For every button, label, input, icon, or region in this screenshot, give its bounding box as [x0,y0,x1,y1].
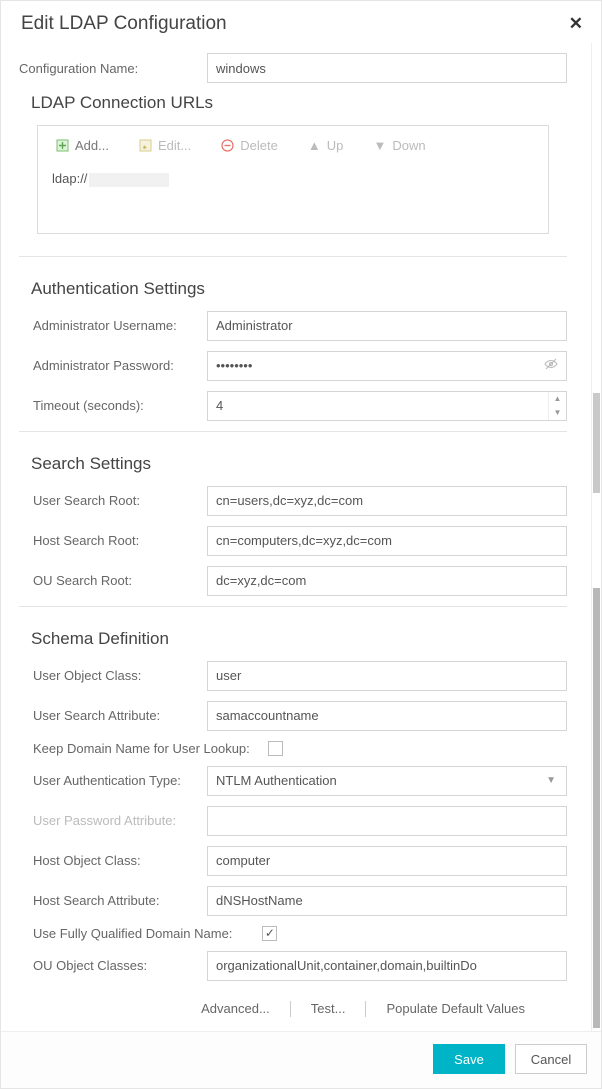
admin-user-input[interactable] [207,311,567,341]
down-button[interactable]: ▼ Down [373,138,425,153]
scrollbar[interactable] [591,43,601,1031]
user-root-label: User Search Root: [19,493,207,508]
user-class-label: User Object Class: [19,668,207,683]
section-schema-title: Schema Definition [31,629,567,649]
host-attr-label: Host Search Attribute: [19,893,207,908]
chevron-down-icon: ▼ [546,775,556,786]
dialog-title: Edit LDAP Configuration [21,13,227,35]
timeout-label: Timeout (seconds): [19,398,207,413]
keep-domain-checkbox[interactable] [268,741,283,756]
add-label: Add... [75,138,109,153]
ou-root-label: OU Search Root: [19,573,207,588]
add-icon [56,139,69,152]
delete-icon [221,139,234,152]
edit-icon [139,139,152,152]
user-attr-input[interactable] [207,701,567,731]
auth-type-value: NTLM Authentication [216,773,337,788]
close-icon[interactable]: ✕ [569,14,583,34]
ou-root-input[interactable] [207,566,567,596]
admin-pass-input[interactable] [207,351,567,381]
pw-attr-input [207,806,567,836]
section-urls-title: LDAP Connection URLs [31,93,567,113]
spin-up-icon[interactable]: ▲ [549,392,566,406]
up-button[interactable]: ▲ Up [308,138,344,153]
admin-pass-label: Administrator Password: [19,358,207,373]
section-auth-title: Authentication Settings [31,279,567,299]
test-link[interactable]: Test... [291,1001,366,1016]
url-text: ldap:// [52,171,87,186]
edit-label: Edit... [158,138,191,153]
save-button[interactable]: Save [433,1044,505,1074]
delete-label: Delete [240,138,278,153]
delete-button[interactable]: Delete [221,138,278,153]
admin-user-label: Administrator Username: [19,318,207,333]
scrollbar-thumb[interactable] [593,393,600,493]
auth-type-select[interactable]: NTLM Authentication ▼ [207,766,567,796]
host-root-label: Host Search Root: [19,533,207,548]
config-name-input[interactable] [207,53,567,83]
user-class-input[interactable] [207,661,567,691]
user-attr-label: User Search Attribute: [19,708,207,723]
pw-attr-label: User Password Attribute: [19,813,207,828]
auth-type-label: User Authentication Type: [19,773,207,788]
keep-domain-label: Keep Domain Name for User Lookup: [19,741,268,756]
list-item[interactable]: ldap:// [38,165,548,193]
cancel-button[interactable]: Cancel [515,1044,587,1074]
user-root-input[interactable] [207,486,567,516]
scrollbar-thumb[interactable] [593,588,600,1028]
populate-link[interactable]: Populate Default Values [366,1001,545,1016]
url-list-box: Add... Edit... Delete ▲ Up [37,125,549,234]
advanced-link[interactable]: Advanced... [181,1001,290,1016]
fqdn-label: Use Fully Qualified Domain Name: [19,926,262,941]
config-name-label: Configuration Name: [19,61,207,76]
down-icon: ▼ [373,139,386,152]
redacted-host [89,173,169,187]
ou-classes-input[interactable] [207,951,567,981]
timeout-input[interactable] [208,392,548,420]
eye-icon[interactable] [543,356,559,376]
spin-down-icon[interactable]: ▼ [549,406,566,420]
ou-classes-label: OU Object Classes: [19,958,207,973]
fqdn-checkbox[interactable] [262,926,277,941]
host-class-input[interactable] [207,846,567,876]
host-attr-input[interactable] [207,886,567,916]
host-class-label: Host Object Class: [19,853,207,868]
up-icon: ▲ [308,139,321,152]
section-search-title: Search Settings [31,454,567,474]
up-label: Up [327,138,344,153]
edit-button[interactable]: Edit... [139,138,191,153]
host-root-input[interactable] [207,526,567,556]
timeout-stepper[interactable]: ▲ ▼ [207,391,567,421]
add-button[interactable]: Add... [56,138,109,153]
down-label: Down [392,138,425,153]
